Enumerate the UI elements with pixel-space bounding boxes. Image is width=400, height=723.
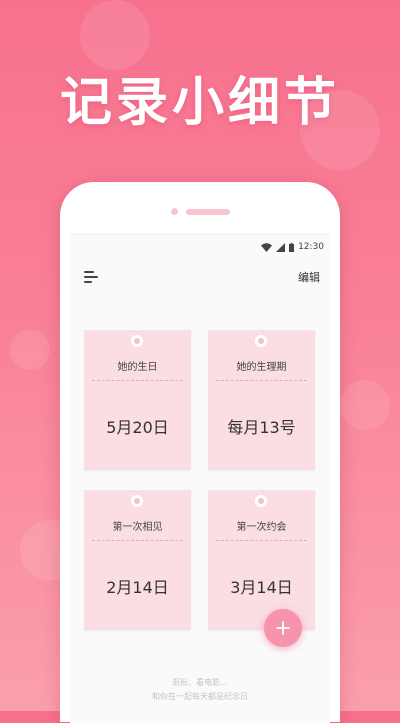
card-title: 她的生日 [117,362,158,373]
card-her-birthday[interactable]: 她的生日 5月20日 [84,330,191,470]
card-first-meeting[interactable]: 第一次相见 2月14日 [84,490,191,630]
card-her-period[interactable]: 她的生理期 每月13号 [208,330,315,470]
footer-line-2: 和你在一起每天都是纪念日 [152,692,248,701]
card-title: 她的生理期 [236,362,287,373]
phone-frame: 12:30 编辑 她的生日 5月20日 她的生理期 每月13号 第一次相见 2月… [60,182,340,723]
card-divider [92,540,183,541]
pin-icon [131,495,143,507]
card-date: 每月13号 [227,418,296,437]
card-divider [216,380,307,381]
status-bar: 12:30 [261,240,324,254]
menu-icon[interactable] [84,271,100,283]
app-screen: 12:30 编辑 她的生日 5月20日 她的生理期 每月13号 第一次相见 2月… [70,234,330,723]
battery-icon [289,242,295,252]
card-date: 2月14日 [106,578,169,597]
phone-speaker [186,209,230,215]
pin-icon [131,335,143,347]
footer-line-1: 逛街、看电影... [172,678,228,687]
bokeh-light [340,380,390,430]
pin-icon [255,495,267,507]
plus-icon [276,621,290,635]
edit-button[interactable]: 编辑 [298,269,320,285]
card-date: 3月14日 [230,578,293,597]
bokeh-light [10,330,50,370]
card-divider [92,380,183,381]
phone-camera [171,208,178,215]
promo-headline: 记录小细节 [59,73,340,133]
card-divider [216,540,307,541]
status-time: 12:30 [298,242,324,252]
cellular-signal-icon [276,242,286,252]
add-button[interactable] [264,609,302,647]
card-title: 第一次相见 [112,522,163,533]
card-title: 第一次约会 [236,522,287,533]
pin-icon [255,335,267,347]
card-date: 5月20日 [106,418,169,437]
wifi-icon [261,242,273,252]
card-first-date[interactable]: 第一次约会 3月14日 [208,490,315,630]
